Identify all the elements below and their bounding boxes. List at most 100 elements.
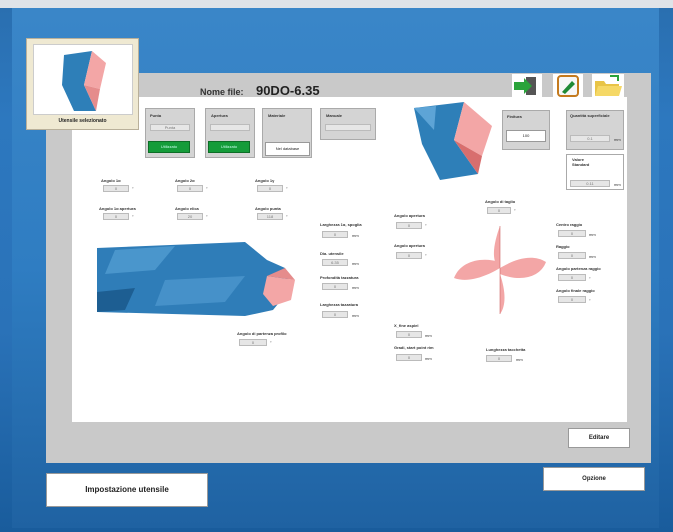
selected-tool-preview [33,44,133,115]
materiale-title: Materiale [268,113,286,118]
angolo-partenza-raggio-unit: ° [589,276,591,281]
export-icon [514,77,536,95]
larghezza-tazzatura-label: Larghezza tazzatura [320,302,359,307]
angle-elica-label: Angolo elica [175,206,199,211]
angolo-finale-raggio-field[interactable]: 0 [558,296,586,303]
apertura-used-button[interactable]: Utilizzato [208,141,250,153]
centro-raggio-unit: mm [589,232,596,237]
larghezza-tazzatura-field[interactable]: 0 [322,311,348,318]
materiale-database-button[interactable]: Nel database [265,142,310,156]
gradi-start-field[interactable]: 0 [396,354,422,361]
angolo-partenza-raggio-field[interactable]: 0 [558,274,586,281]
angolo-taglio-field[interactable]: 0 [487,207,511,214]
angolo-partenza-profilo-label: Angolo di partenza profilo [237,331,287,336]
angle-2a-unit: ° [206,186,208,191]
dia-utensile-field[interactable]: 6.35 [322,259,348,266]
angle-1y-label: Angolo 1γ [255,178,275,183]
raggio-field[interactable]: 0 [558,252,586,259]
dia-utensile-unit: mm [352,261,359,266]
file-name-label: Nome file: [200,87,244,97]
valore-unit: mm [614,182,621,187]
punta-title: Punta [150,113,162,118]
angolo-apertura-1-field[interactable]: 0 [396,222,422,229]
angle-1a-field[interactable]: 0 [103,185,129,192]
quantita-unit: mm [614,137,621,142]
profondita-tazzatura-label: Profondità tazzatura [320,275,359,280]
selected-tool-label: Utensile selezionato [58,118,107,124]
angolo-partenza-profilo-field[interactable]: 0 [239,339,267,346]
lunghezza-tacchetta-unit: mm [516,357,523,362]
raggio-unit: mm [589,254,596,259]
gradi-start-label: Gradi, start point rim [394,345,434,350]
apertura-select[interactable] [210,124,250,131]
options-button[interactable]: Opzione [543,467,645,491]
angolo-apertura-2-label: Angolo apertura [394,243,425,248]
angle-1y-field[interactable]: 0 [257,185,283,192]
profondita-tazzatura-field[interactable]: 0 [322,283,348,290]
x-fine-field[interactable]: 0 [396,331,422,338]
angolo-apertura-2-field[interactable]: 0 [396,252,422,259]
angolo-apertura-1-label: Angolo apertura [394,213,425,218]
centro-raggio-label: Centro raggio [556,222,583,227]
angolo-taglio-unit: ° [514,208,516,213]
angle-punta-unit: ° [286,214,288,219]
angle-punta-field[interactable]: 118 [257,213,283,220]
valore-field[interactable]: 0.11 [570,180,610,187]
angolo-apertura-1-unit: ° [425,223,427,228]
raggio-label: Raggio [556,244,570,249]
finitura-title: Finitura [507,114,522,119]
finitura-field[interactable]: 100 [506,130,546,142]
centro-raggio-field[interactable]: 0 [558,230,586,237]
angolo-partenza-raggio-label: Angolo partenza raggio [556,266,601,271]
angle-1a-apertura-unit: ° [132,214,134,219]
file-name-header: Nome file: 90DO-6.35 [200,82,320,100]
punta-used-button[interactable]: Utilizzato [148,141,190,153]
angolo-partenza-profilo-unit: ° [270,340,272,345]
lunghezza-tacchetta-field[interactable]: 0 [486,355,512,362]
larghezza-spoglia-field[interactable]: 0 [322,231,348,238]
angolo-taglio-label: Angolo di taglio [485,199,516,204]
punta-select[interactable]: Punta [150,124,190,131]
angolo-apertura-2-unit: ° [425,253,427,258]
drill-tip-image [406,100,498,182]
angolo-finale-raggio-unit: ° [589,298,591,303]
manuale-select[interactable] [325,124,371,131]
folder-icon [595,75,622,96]
manuale-title: Manuale [326,113,343,118]
valore-title: Valore Standard [572,157,590,167]
apertura-title: Apertura [211,113,228,118]
tool-setup-button[interactable]: Impostazione utensile [46,473,208,507]
export-button[interactable] [512,74,542,99]
angle-1a-apertura-label: Angolo 1α apertura [99,206,136,211]
angle-punta-label: Angolo punta [255,206,281,211]
drill-cross-section-image [450,222,550,317]
selected-tool-card[interactable]: Utensile selezionato [26,38,139,130]
edit-file-button[interactable] [553,74,583,99]
angle-elica-unit: ° [206,214,208,219]
pencil-icon [557,75,579,97]
angle-1y-unit: ° [286,186,288,191]
angle-elica-field[interactable]: 20 [177,213,203,220]
larghezza-spoglia-unit: mm [352,233,359,238]
lunghezza-tacchetta-label: Lunghezza tacchetta [486,347,526,352]
drill-side-view-image [95,240,303,320]
angle-1a-apertura-field[interactable]: 0 [103,213,129,220]
angle-2a-field[interactable]: 0 [177,185,203,192]
open-folder-button[interactable] [592,74,624,99]
profondita-tazzatura-unit: mm [352,285,359,290]
dia-utensile-label: Dia. utensile [320,251,344,256]
angle-1a-label: Angolo 1α [101,178,121,183]
drill-tip-thumbnail-icon [62,51,106,111]
file-name-value: 90DO-6.35 [255,83,320,98]
angolo-finale-raggio-label: Angolo finale raggio [556,288,595,293]
edit-button[interactable]: Editare [568,428,630,448]
x-fine-label: X_fine aspiel [394,323,419,328]
quantita-title: Quantità superficiale [570,113,610,118]
quantita-field[interactable]: 0.1 [570,135,610,142]
angle-2a-label: Angolo 2α [175,178,195,183]
angle-1a-unit: ° [132,186,134,191]
gradi-start-unit: mm [425,356,432,361]
larghezza-spoglia-label: Larghezza 1α, spoglia [320,222,362,227]
larghezza-tazzatura-unit: mm [352,313,359,318]
x-fine-unit: mm [425,333,432,338]
